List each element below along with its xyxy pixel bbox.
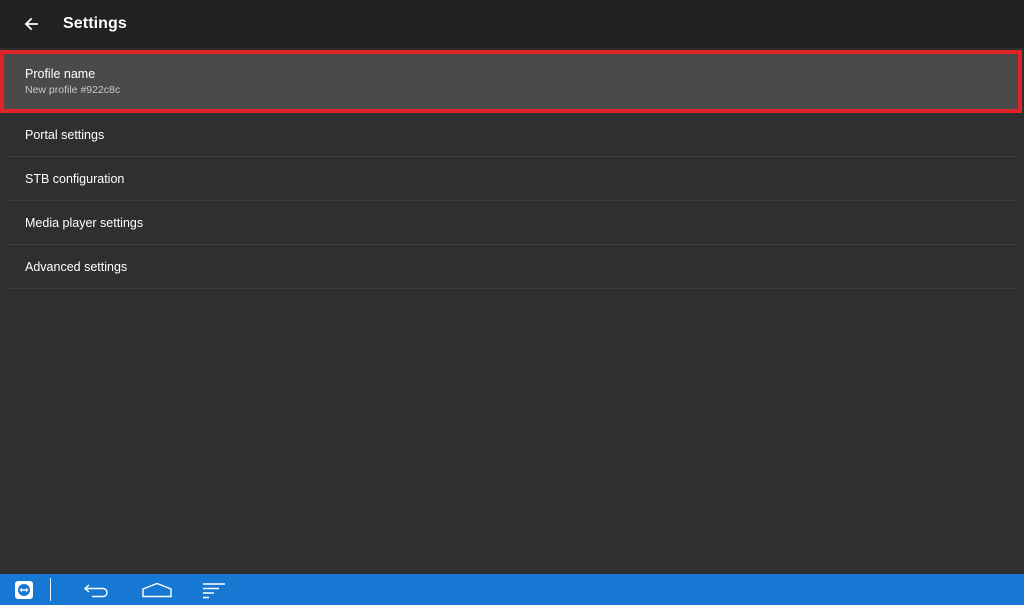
page-title: Settings — [63, 15, 127, 32]
home-icon — [142, 582, 172, 597]
setting-title: Advanced settings — [25, 259, 128, 274]
teamviewer-icon[interactable] — [15, 581, 33, 599]
settings-app: Settings Profile name New profile #922c8… — [0, 0, 1024, 605]
setting-profile-name[interactable]: Profile name New profile #922c8c — [0, 50, 1022, 113]
settings-list: Profile name New profile #922c8c Portal … — [0, 48, 1024, 289]
setting-summary: New profile #922c8c — [25, 84, 121, 96]
back-icon — [83, 583, 108, 597]
back-button[interactable] — [7, 0, 55, 48]
recents-icon — [203, 582, 225, 598]
setting-title: STB configuration — [25, 171, 125, 186]
arrow-left-icon — [24, 17, 38, 31]
nav-recents-button[interactable] — [201, 578, 227, 601]
setting-portal-settings[interactable]: Portal settings — [6, 113, 1016, 157]
nav-home-button[interactable] — [141, 578, 173, 601]
nav-back-button[interactable] — [82, 578, 112, 601]
nav-divider — [50, 578, 51, 601]
setting-title: Profile name — [25, 67, 96, 81]
setting-title: Media player settings — [25, 215, 144, 230]
setting-stb-configuration[interactable]: STB configuration — [6, 157, 1016, 201]
setting-title: Portal settings — [25, 127, 105, 142]
system-navigation-bar — [0, 574, 1024, 605]
setting-advanced-settings[interactable]: Advanced settings — [6, 245, 1016, 289]
toolbar: Settings — [0, 0, 1024, 48]
teamviewer-glyph-icon — [18, 584, 30, 596]
setting-media-player-settings[interactable]: Media player settings — [6, 201, 1016, 245]
